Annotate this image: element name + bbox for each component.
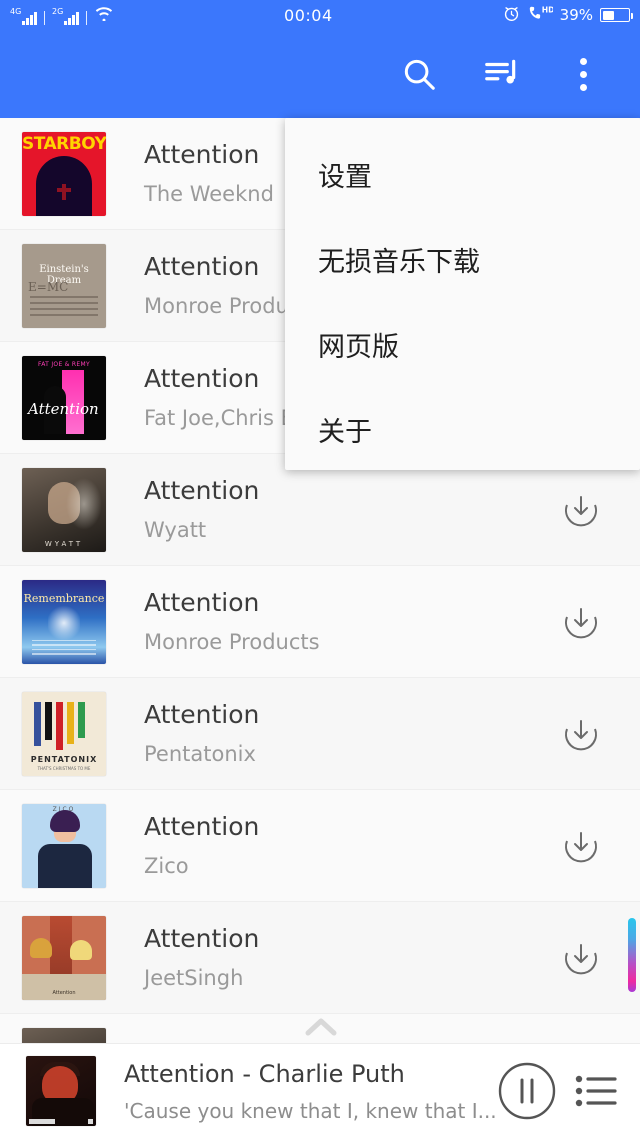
song-artist: Wyatt — [144, 517, 207, 542]
album-art: PENTATONIX THAT'S CHRISTMAS TO ME — [22, 691, 106, 776]
song-artist: Monroe Products — [144, 629, 320, 654]
menu-item-lossless-download[interactable]: 无损音乐下载 — [285, 217, 640, 302]
now-playing-lyric: 'Cause you knew that I, knew that I... — [124, 1098, 496, 1123]
now-playing-art — [26, 1056, 96, 1126]
list-item[interactable]: PENTATONIX THAT'S CHRISTMAS TO ME Attenti… — [0, 678, 640, 790]
now-playing-bar[interactable]: Attention - Charlie Puth 'Cause you knew… — [0, 1043, 640, 1138]
signal-strength-2g-icon: 2G — [52, 7, 79, 25]
download-circle-icon[interactable] — [558, 487, 604, 533]
song-title: Attention — [144, 701, 260, 730]
list-item[interactable]: ZICO Attention Zico — [0, 790, 640, 902]
hd-volte-icon: HD — [527, 5, 554, 26]
list-item[interactable]: Remembrance Attention Monroe Products — [0, 566, 640, 678]
status-bar-clock: 00:04 — [284, 5, 333, 25]
album-art: WYATT — [22, 467, 106, 552]
list-item[interactable]: Attention Attention JeetSingh — [0, 902, 640, 1014]
svg-text:HD: HD — [541, 5, 552, 14]
download-circle-icon[interactable] — [558, 599, 604, 645]
song-meta: Attention Zico — [106, 813, 558, 878]
battery-percent-label: 39% — [559, 6, 593, 24]
signal-strength-4g-icon: 4G — [10, 7, 37, 25]
download-circle-icon[interactable] — [558, 823, 604, 869]
signal-2g-label: 2G — [52, 7, 64, 16]
menu-item-web-version[interactable]: 网页版 — [285, 302, 640, 387]
song-meta: Attention Wyatt — [106, 477, 558, 542]
status-bar-right: HD 39% — [503, 5, 633, 26]
music-queue-icon[interactable] — [460, 30, 542, 118]
download-circle-icon[interactable] — [558, 711, 604, 757]
now-playing-meta: Attention - Charlie Puth 'Cause you knew… — [96, 1060, 496, 1123]
song-title: Attention — [144, 477, 260, 506]
now-playing-title: Attention - Charlie Puth — [124, 1059, 405, 1088]
download-circle-icon[interactable] — [558, 935, 604, 981]
song-meta: Attention JeetSingh — [106, 925, 558, 990]
menu-item-settings[interactable]: 设置 — [285, 132, 640, 217]
song-meta: Attention Pentatonix — [106, 701, 558, 766]
album-art: Einstein's Dream E=MC — [22, 243, 106, 328]
app-bar — [0, 30, 640, 118]
wifi-icon — [94, 5, 114, 25]
song-title: Attention — [144, 589, 260, 618]
status-divider-2 — [85, 11, 87, 25]
song-meta: Attention Monroe Products — [106, 589, 558, 654]
song-artist: Pentatonix — [144, 741, 256, 766]
scrollbar-thumb[interactable] — [628, 918, 636, 992]
chevron-up-icon[interactable] — [303, 1013, 339, 1041]
song-artist: Zico — [144, 853, 189, 878]
status-divider — [43, 11, 45, 25]
playlist-icon[interactable] — [570, 1065, 622, 1117]
song-artist: JeetSingh — [144, 965, 244, 990]
battery-icon — [600, 8, 633, 22]
alarm-clock-icon — [503, 5, 520, 26]
overflow-menu[interactable]: 设置 无损音乐下载 网页版 关于 — [285, 118, 640, 470]
search-icon[interactable] — [378, 30, 460, 118]
album-art: ZICO — [22, 803, 106, 888]
more-vertical-icon[interactable] — [542, 30, 624, 118]
menu-item-about[interactable]: 关于 — [285, 387, 640, 472]
album-art: Remembrance — [22, 579, 106, 664]
album-art: Attention — [22, 915, 106, 1000]
signal-4g-label: 4G — [10, 7, 22, 16]
pause-circle-icon[interactable] — [496, 1060, 558, 1122]
status-bar: 4G 2G 00:04 HD 39% — [0, 0, 640, 30]
status-bar-left: 4G 2G — [10, 5, 114, 25]
song-title: Attention — [144, 925, 260, 954]
album-art — [22, 1027, 106, 1043]
album-art: STARBOY — [22, 131, 106, 216]
album-art: FAT JOE & REMY Attention — [22, 355, 106, 440]
song-title: Attention — [144, 813, 260, 842]
